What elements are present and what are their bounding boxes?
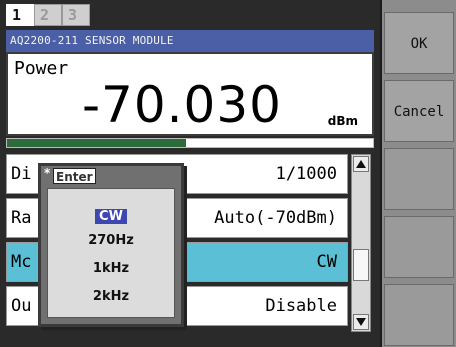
tab-3[interactable]: 3 bbox=[62, 4, 90, 26]
cancel-button[interactable]: Cancel bbox=[384, 80, 454, 142]
power-readout: Power -70.030 dBm bbox=[6, 52, 374, 136]
menu-row-value: Auto(-70dBm) bbox=[214, 208, 337, 228]
popup-option-1khz[interactable]: 1kHz bbox=[48, 261, 174, 276]
popup-marker: * bbox=[44, 166, 51, 180]
readout-unit: dBm bbox=[327, 114, 358, 128]
arrow-down-icon bbox=[356, 318, 366, 326]
menu-row-value: CW bbox=[316, 252, 337, 272]
module-tabs: 1 2 3 bbox=[6, 4, 90, 26]
menu-row-name: Di bbox=[11, 164, 32, 184]
menu-row-name: Mc bbox=[11, 252, 32, 272]
ok-button[interactable]: OK bbox=[384, 12, 454, 74]
menu-row-name: Ou bbox=[11, 296, 32, 316]
scroll-up-button[interactable] bbox=[353, 156, 369, 172]
menu-row-name: Ra bbox=[11, 208, 32, 228]
enter-badge: Enter bbox=[53, 168, 96, 184]
mode-select-popup: * Enter CW 270Hz 1kHz 2kHz bbox=[38, 163, 184, 327]
menu-row-value: 1/1000 bbox=[275, 164, 337, 184]
readout-value: -70.030 bbox=[82, 76, 282, 134]
tab-1[interactable]: 1 bbox=[6, 4, 34, 26]
arrow-up-icon bbox=[356, 160, 366, 168]
main-panel: 1 2 3 AQ2200-211 SENSOR MODULE Power -70… bbox=[0, 0, 380, 347]
module-title: AQ2200-211 SENSOR MODULE bbox=[10, 34, 174, 47]
softkey-4[interactable] bbox=[384, 216, 454, 278]
readout-label: Power bbox=[14, 58, 69, 79]
tab-2[interactable]: 2 bbox=[34, 4, 62, 26]
popup-option-2khz[interactable]: 2kHz bbox=[48, 289, 174, 304]
level-bar-fill bbox=[7, 139, 187, 147]
popup-option-cw[interactable]: CW bbox=[48, 209, 174, 224]
scroll-down-button[interactable] bbox=[353, 314, 369, 330]
scroll-thumb[interactable] bbox=[353, 249, 369, 281]
module-title-bar: AQ2200-211 SENSOR MODULE bbox=[6, 30, 374, 52]
level-bar bbox=[6, 138, 374, 148]
popup-option-270hz[interactable]: 270Hz bbox=[48, 233, 174, 248]
softkey-3[interactable] bbox=[384, 148, 454, 210]
softkey-column: OK Cancel bbox=[382, 0, 456, 347]
menu-scrollbar[interactable] bbox=[351, 154, 371, 332]
menu-row-value: Disable bbox=[265, 296, 337, 316]
softkey-5[interactable] bbox=[384, 284, 454, 346]
popup-option-list: CW 270Hz 1kHz 2kHz bbox=[47, 188, 175, 318]
popup-option-label: CW bbox=[95, 209, 127, 224]
